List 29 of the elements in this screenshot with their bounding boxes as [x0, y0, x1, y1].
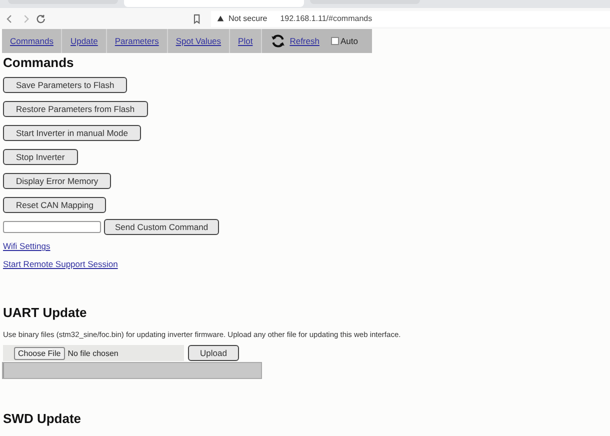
auto-label: Auto [340, 36, 358, 46]
auto-checkbox[interactable] [331, 37, 340, 45]
file-picker[interactable]: Choose File No file chosen [3, 345, 184, 361]
nav-link[interactable]: Commands [2, 29, 62, 53]
refresh-icon[interactable] [270, 33, 286, 49]
text-link[interactable]: Start Remote Support Session [3, 259, 118, 269]
refresh-link[interactable]: Refresh [290, 36, 320, 46]
command-button[interactable]: Display Error Memory [3, 173, 112, 189]
command-button[interactable]: Start Inverter in manual Mode [3, 125, 141, 141]
file-status: No file chosen [68, 348, 118, 358]
nav-link[interactable]: Plot [230, 29, 262, 53]
text-link[interactable]: Wifi Settings [3, 241, 50, 251]
section-heading: Commands [3, 55, 75, 70]
section-heading: SWD Update [3, 411, 82, 426]
warning-icon [216, 15, 224, 22]
reload-icon[interactable] [35, 12, 47, 24]
command-button[interactable]: Restore Parameters from Flash [3, 101, 148, 117]
address-bar[interactable]: Not secure 192.168.1.11/#commands [210, 10, 610, 26]
send-command-button[interactable]: Send Custom Command [104, 219, 220, 235]
command-button[interactable]: Reset CAN Mapping [3, 197, 106, 213]
command-input[interactable] [3, 221, 101, 233]
nav-link[interactable]: Parameters [106, 29, 168, 53]
choose-file-button[interactable]: Choose File [14, 346, 65, 360]
section-heading: UART Update [3, 305, 88, 320]
nav-link[interactable]: Spot Values [168, 29, 230, 53]
nav-link[interactable]: Update [62, 29, 107, 53]
upload-button[interactable]: Upload [188, 345, 239, 361]
command-button[interactable]: Save Parameters to Flash [3, 77, 128, 93]
command-button[interactable]: Stop Inverter [3, 149, 78, 165]
